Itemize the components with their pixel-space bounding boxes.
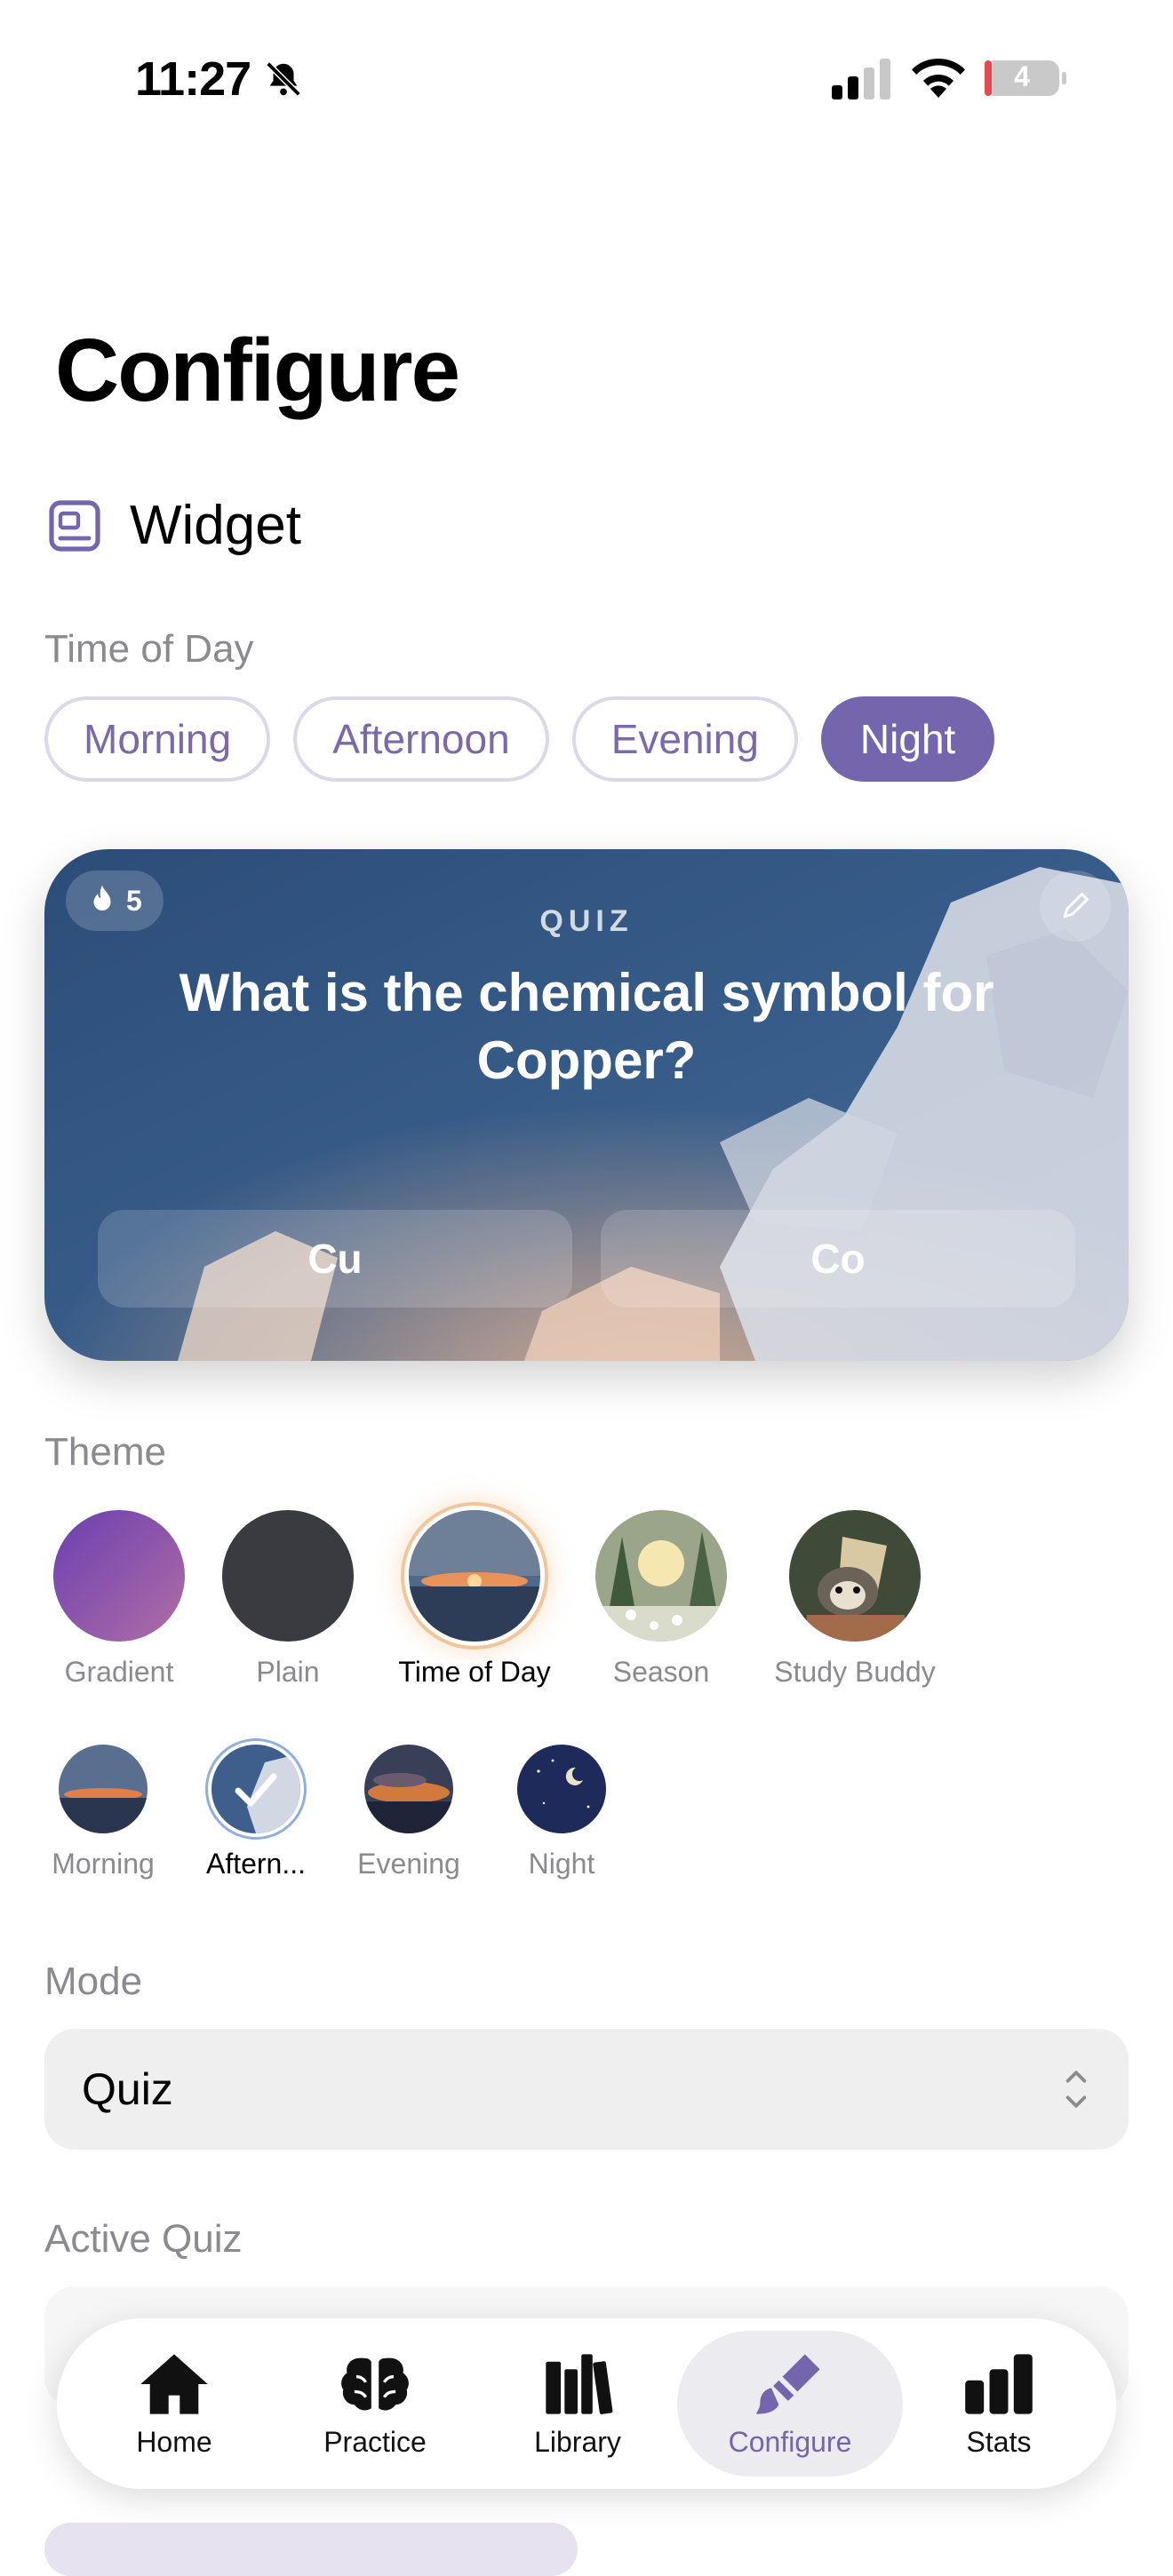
tab-configure[interactable]: Configure (677, 2331, 903, 2477)
answer-layout-control-faded (44, 2523, 578, 2576)
theme-gradient-label: Gradient (64, 1656, 174, 1688)
season-swatch (595, 1510, 727, 1642)
bar-chart-icon (965, 2353, 1033, 2414)
plain-swatch (222, 1510, 354, 1642)
widget-section-label: Widget (130, 495, 301, 556)
status-time: 11:27 (135, 52, 251, 106)
theme-season[interactable]: Season (572, 1510, 750, 1689)
theme-gradient[interactable]: Gradient (30, 1510, 208, 1689)
study-buddy-swatch (789, 1510, 921, 1642)
theme-season-label: Season (612, 1656, 710, 1688)
afternoon-swatch (211, 1745, 300, 1833)
theme-label: Theme (44, 1430, 166, 1474)
page-title: Configure (55, 321, 460, 420)
wifi-icon (912, 58, 965, 98)
pill-afternoon[interactable]: Afternoon (293, 696, 549, 782)
time-of-day-label: Time of Day (44, 627, 254, 671)
variant-afternoon-label: Aftern... (205, 1848, 307, 1880)
widget-section-header: Widget (46, 494, 301, 557)
variant-evening[interactable]: Evening (338, 1745, 480, 1880)
theme-time-of-day-label: Time of Day (398, 1656, 551, 1688)
mode-label: Mode (44, 1960, 143, 2003)
battery-level: 4 (1014, 60, 1030, 92)
theme-study-buddy-label: Study Buddy (774, 1656, 936, 1688)
variant-night-label: Night (528, 1848, 595, 1880)
tab-practice[interactable]: Practice (277, 2331, 473, 2477)
morning-swatch (59, 1745, 148, 1833)
theme-plain-label: Plain (256, 1656, 320, 1688)
widget-preview[interactable]: 5 QUIZ What is the chemical symbol for C… (44, 849, 1129, 1361)
paintbrush-icon (756, 2353, 820, 2414)
mode-select[interactable]: Quiz (44, 2029, 1129, 2150)
variant-morning[interactable]: Morning (32, 1745, 174, 1880)
variant-evening-label: Evening (357, 1848, 460, 1880)
tab-library-label: Library (534, 2425, 621, 2458)
books-icon (546, 2353, 613, 2414)
variant-night[interactable]: Night (491, 1745, 633, 1880)
bell-slash-icon (266, 61, 301, 97)
tab-home-label: Home (136, 2425, 212, 2458)
widget-icon (49, 499, 100, 552)
quiz-question: What is the chemical symbol for Copper? (179, 963, 994, 1090)
active-quiz-label: Active Quiz (44, 2217, 243, 2261)
tab-practice-label: Practice (323, 2425, 427, 2458)
theme-plain[interactable]: Plain (199, 1510, 377, 1689)
cell-signal-icon (832, 59, 890, 99)
mode-value: Quiz (82, 2064, 173, 2114)
battery-indicator: 4 (983, 57, 1068, 99)
theme-study-buddy[interactable]: Study Buddy (766, 1510, 944, 1689)
house-icon (140, 2353, 208, 2414)
tab-home[interactable]: Home (76, 2331, 272, 2477)
pill-evening[interactable]: Evening (571, 696, 798, 782)
evening-swatch (364, 1745, 453, 1833)
tab-library[interactable]: Library (480, 2331, 675, 2477)
answer-option-2[interactable]: Co (601, 1210, 1075, 1308)
tab-stats[interactable]: Stats (901, 2331, 1097, 2477)
brain-icon (341, 2357, 409, 2410)
gradient-swatch (53, 1510, 185, 1642)
tab-stats-label: Stats (966, 2425, 1032, 2458)
theme-time-of-day[interactable]: Time of Day (377, 1510, 572, 1689)
night-swatch (517, 1745, 606, 1833)
tab-bar: Home Practice Library Configure Stats (57, 2318, 1116, 2489)
pill-night[interactable]: Night (820, 696, 995, 782)
time-of-day-selector: Morning Afternoon Evening Night (44, 696, 995, 782)
chevron-up-down-icon (1065, 2071, 1087, 2108)
tab-configure-label: Configure (728, 2425, 852, 2458)
status-bar: 11:27 4 (0, 0, 1173, 160)
widget-kind-label: QUIZ (539, 904, 634, 938)
time-of-day-swatch (409, 1510, 540, 1642)
variant-morning-label: Morning (52, 1848, 155, 1880)
pill-morning[interactable]: Morning (44, 696, 271, 782)
answer-option-1[interactable]: Cu (98, 1210, 572, 1308)
variant-afternoon[interactable]: Aftern... (185, 1745, 327, 1880)
